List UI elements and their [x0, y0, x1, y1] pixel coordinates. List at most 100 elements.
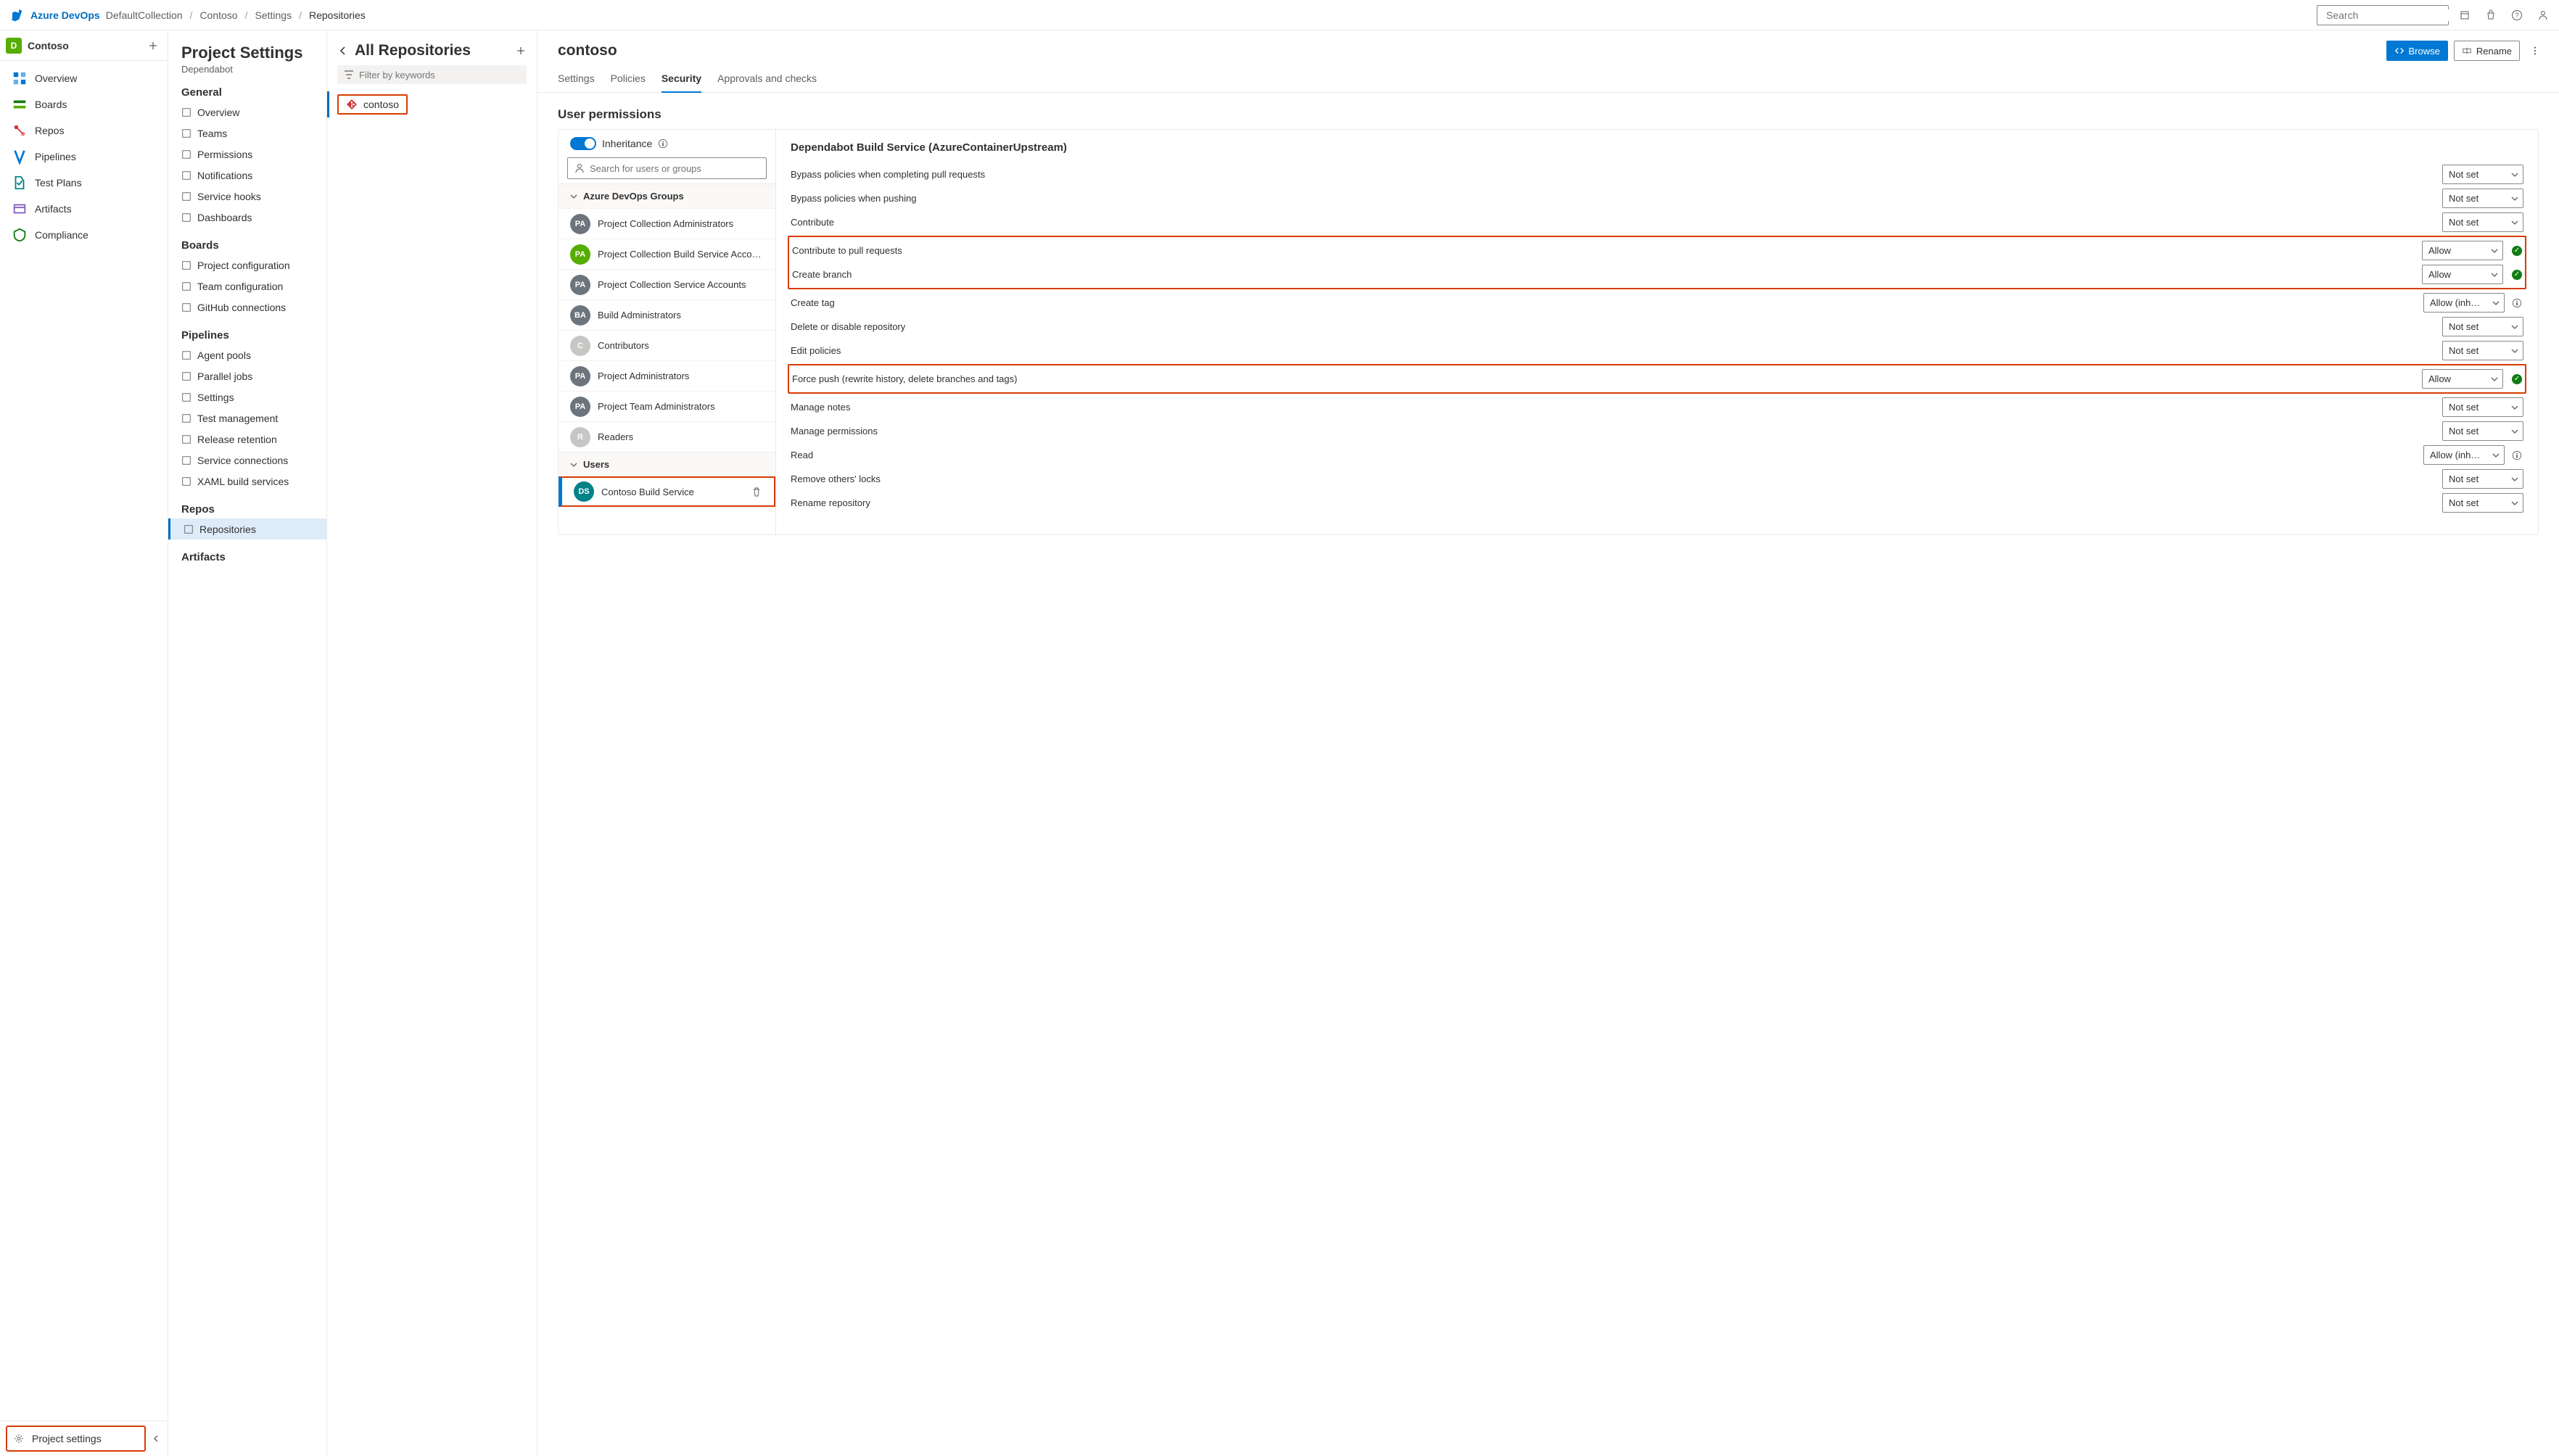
settings-item-repositories[interactable]: Repositories [168, 518, 326, 539]
plus-icon[interactable] [147, 40, 159, 51]
info-icon[interactable] [658, 138, 668, 149]
info-icon[interactable] [2512, 450, 2523, 460]
nav-item-artifacts[interactable]: Artifacts [6, 196, 162, 222]
settings-item-xaml-build-services[interactable]: XAML build services [181, 471, 318, 492]
user-search-box[interactable] [567, 157, 767, 179]
settings-item-teams[interactable]: Teams [181, 123, 318, 144]
settings-item-dashboards[interactable]: Dashboards [181, 207, 318, 228]
settings-item-service-connections[interactable]: Service connections [181, 450, 318, 471]
chevron-down-icon [2491, 247, 2498, 255]
permission-select[interactable]: Allow (inh… [2423, 445, 2505, 465]
content-header: contoso Browse Rename [537, 30, 2559, 61]
repo-filter-box[interactable] [337, 65, 527, 84]
user-group-header-groups[interactable]: Azure DevOps Groups [559, 183, 775, 208]
add-repo-icon[interactable] [515, 45, 527, 57]
group-row[interactable]: PAProject Team Administrators [559, 391, 775, 421]
repo-filter-input[interactable] [359, 70, 521, 80]
permission-select[interactable]: Allow [2422, 265, 2503, 284]
settings-item-parallel-jobs[interactable]: Parallel jobs [181, 365, 318, 386]
permission-select[interactable]: Not set [2442, 493, 2523, 513]
permission-select[interactable]: Not set [2442, 317, 2523, 336]
settings-group-pipelines: Pipelines [181, 329, 318, 342]
project-settings-link[interactable]: Project settings [6, 1426, 146, 1452]
permission-row: Rename repositoryNot set [791, 491, 2523, 515]
nav-item-compliance[interactable]: Compliance [6, 222, 162, 248]
nav-item-pipelines[interactable]: Pipelines [6, 144, 162, 170]
permission-select[interactable]: Allow [2422, 369, 2503, 389]
settings-item-label: Parallel jobs [197, 371, 252, 382]
settings-item-team-configuration[interactable]: Team configuration [181, 276, 318, 297]
repo-item-contoso[interactable]: contoso [327, 91, 537, 117]
inheritance-toggle[interactable] [570, 137, 596, 150]
item-icon [181, 413, 191, 423]
rename-button[interactable]: Rename [2454, 41, 2520, 61]
user-settings-icon[interactable] [2533, 5, 2553, 25]
permission-label: Manage permissions [791, 426, 2435, 437]
breadcrumb-item-1[interactable]: Contoso [199, 9, 237, 21]
settings-item-overview[interactable]: Overview [181, 102, 318, 123]
group-row[interactable]: RReaders [559, 421, 775, 452]
settings-item-label: Notifications [197, 170, 252, 181]
permission-label: Edit policies [791, 345, 2435, 356]
settings-item-permissions[interactable]: Permissions [181, 144, 318, 165]
settings-item-test-management[interactable]: Test management [181, 408, 318, 429]
avatar: PA [570, 214, 590, 234]
more-icon[interactable] [2526, 46, 2544, 56]
chevron-down-icon [570, 461, 577, 468]
back-icon[interactable] [337, 45, 349, 57]
permission-select[interactable]: Not set [2442, 165, 2523, 184]
group-row[interactable]: PAProject Collection Service Accounts [559, 269, 775, 299]
permission-select[interactable]: Allow [2422, 241, 2503, 260]
settings-item-project-configuration[interactable]: Project configuration [181, 255, 318, 276]
settings-item-settings[interactable]: Settings [181, 386, 318, 408]
inheritance-label: Inheritance [602, 138, 652, 149]
settings-item-notifications[interactable]: Notifications [181, 165, 318, 186]
info-icon[interactable] [2512, 298, 2523, 308]
permission-label: Contribute to pull requests [792, 245, 2415, 256]
tab-security[interactable]: Security [662, 67, 701, 93]
browse-button[interactable]: Browse [2386, 41, 2448, 61]
brand-text[interactable]: Azure DevOps [30, 9, 100, 21]
settings-item-agent-pools[interactable]: Agent pools [181, 344, 318, 365]
user-group-header-users[interactable]: Users [559, 452, 775, 476]
permission-label: Create branch [792, 269, 2415, 280]
nav-item-test-plans[interactable]: Test Plans [6, 170, 162, 196]
user-search-input[interactable] [590, 163, 760, 174]
help-icon[interactable]: ? [2507, 5, 2527, 25]
group-row[interactable]: PAProject Collection Administrators [559, 208, 775, 239]
tab-settings[interactable]: Settings [558, 67, 595, 92]
permission-select[interactable]: Allow (inh… [2423, 293, 2505, 313]
permission-select[interactable]: Not set [2442, 189, 2523, 208]
settings-item-github-connections[interactable]: GitHub connections [181, 297, 318, 318]
search-input[interactable] [2326, 9, 2457, 21]
nav-item-boards[interactable]: Boards [6, 91, 162, 117]
group-row[interactable]: BABuild Administrators [559, 299, 775, 330]
tab-policies[interactable]: Policies [611, 67, 646, 92]
permission-select[interactable]: Not set [2442, 212, 2523, 232]
delete-icon[interactable] [751, 486, 762, 497]
group-row[interactable]: PAProject Administrators [559, 360, 775, 391]
tab-approvals-and-checks[interactable]: Approvals and checks [717, 67, 817, 92]
nav-item-overview[interactable]: Overview [6, 65, 162, 91]
bag-icon[interactable] [2481, 5, 2501, 25]
permission-select[interactable]: Not set [2442, 469, 2523, 489]
user-row[interactable]: DSContoso Build Service [559, 476, 775, 507]
breadcrumb-item-2[interactable]: Settings [255, 9, 292, 21]
breadcrumb-item-3[interactable]: Repositories [309, 9, 366, 21]
project-header[interactable]: D Contoso [0, 30, 168, 61]
breadcrumb-item-0[interactable]: DefaultCollection [106, 9, 183, 21]
settings-item-release-retention[interactable]: Release retention [181, 429, 318, 450]
market-icon[interactable] [2455, 5, 2475, 25]
group-row[interactable]: CContributors [559, 330, 775, 360]
nav-icon [12, 227, 28, 243]
permission-select[interactable]: Not set [2442, 397, 2523, 417]
item-icon [181, 434, 191, 444]
collapse-nav-icon[interactable] [150, 1433, 162, 1444]
permission-select[interactable]: Not set [2442, 341, 2523, 360]
permission-select[interactable]: Not set [2442, 421, 2523, 441]
settings-item-service-hooks[interactable]: Service hooks [181, 186, 318, 207]
group-row[interactable]: PAProject Collection Build Service Accou… [559, 239, 775, 269]
search-box[interactable] [2317, 5, 2449, 25]
settings-group-general: General [181, 86, 318, 99]
nav-item-repos[interactable]: Repos [6, 117, 162, 144]
